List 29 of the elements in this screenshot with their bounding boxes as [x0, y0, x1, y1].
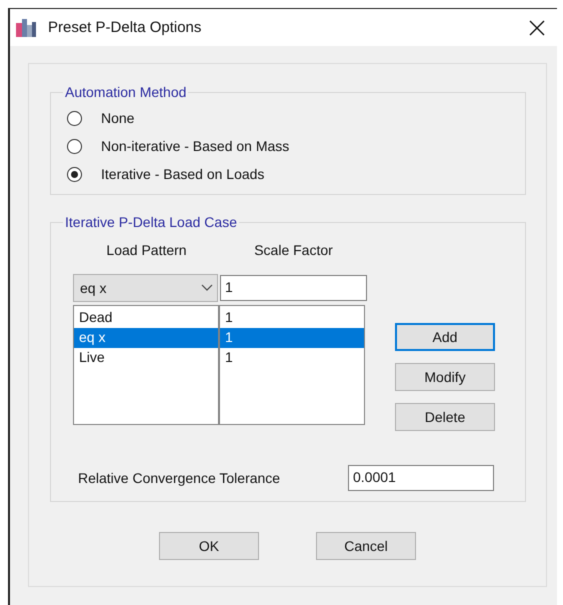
load-pattern-dropdown[interactable]: eq x [73, 274, 218, 302]
list-item[interactable]: Dead [74, 308, 218, 328]
ok-button[interactable]: OK [159, 532, 259, 560]
buildings-icon [16, 18, 36, 36]
tolerance-label: Relative Convergence Tolerance [78, 470, 282, 486]
list-item[interactable]: eq x [74, 328, 218, 348]
action-button[interactable]: Delete [395, 403, 495, 431]
radio-button[interactable] [67, 166, 82, 182]
list-item[interactable]: 1 [220, 328, 364, 348]
radio-button[interactable] [67, 110, 82, 126]
radio-button[interactable] [67, 138, 82, 154]
radio-label: Iterative - Based on Loads [101, 166, 264, 182]
scale-factor-field[interactable]: 1 [220, 275, 367, 301]
group-title: Automation Method [64, 84, 188, 100]
radio-label: None [101, 110, 134, 126]
window-title: Preset P-Delta Options [48, 19, 202, 36]
column-header: Scale Factor [253, 242, 334, 260]
action-button[interactable]: Modify [395, 363, 495, 391]
list-item[interactable]: 1 [220, 348, 364, 368]
list-item[interactable]: 1 [220, 308, 364, 328]
chevron-down-icon [201, 284, 213, 292]
column-header: Load Pattern [105, 242, 188, 260]
close-icon[interactable] [529, 20, 545, 36]
list-item[interactable]: Live [74, 348, 218, 368]
action-button[interactable]: Add [395, 323, 495, 351]
radio-label: Non-iterative - Based on Mass [101, 138, 290, 154]
group-title: Iterative P-Delta Load Case [64, 214, 238, 230]
tolerance-field[interactable]: 0.0001 [348, 465, 494, 491]
cancel-button[interactable]: Cancel [316, 532, 416, 560]
